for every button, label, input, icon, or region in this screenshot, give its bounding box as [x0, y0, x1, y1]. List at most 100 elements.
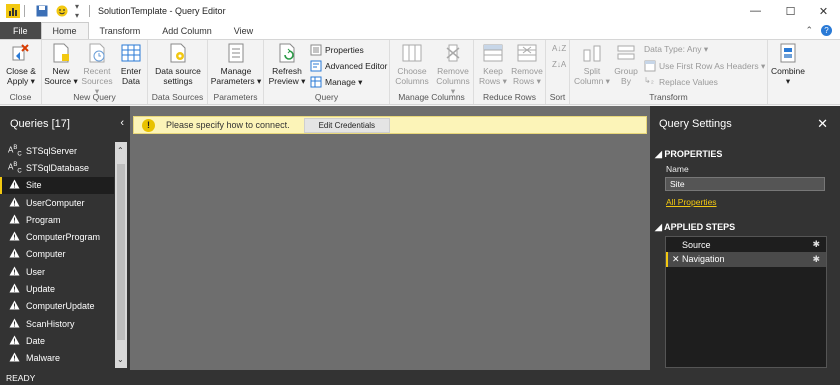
smiley-feedback-icon[interactable] — [55, 4, 69, 18]
recent-sources-icon — [86, 42, 108, 64]
sort-descending-icon[interactable]: Z↓A — [552, 60, 566, 69]
combine-button[interactable]: Combine ▾ — [770, 42, 806, 86]
group-by-icon — [615, 42, 637, 64]
query-item[interactable]: ComputerProgram — [0, 228, 114, 245]
new-source-button[interactable]: New Source ▾ — [44, 42, 78, 86]
remove-columns-button[interactable]: Remove Columns ▾ — [433, 42, 473, 96]
warning-message: Please specify how to connect. — [166, 120, 290, 130]
replace-values-icon: ↳₂ — [644, 76, 654, 85]
query-item-label: STSqlDatabase — [26, 162, 90, 173]
sort-ascending-icon[interactable]: A↓Z — [552, 44, 566, 53]
quick-access-dropdown-icon[interactable]: ▾ ▾ — [75, 2, 85, 20]
query-item[interactable]: User — [0, 263, 114, 280]
query-settings-panel: Query Settings ✕ ◢ PROPERTIES Name Site … — [650, 106, 840, 370]
scrollbar-thumb[interactable] — [117, 164, 125, 340]
data-source-settings-button[interactable]: Data source settings — [151, 42, 205, 86]
collapse-queries-icon[interactable]: ‹ — [120, 117, 124, 129]
warning-icon — [8, 248, 21, 260]
applied-step-label: ✕ Navigation — [672, 254, 725, 264]
close-apply-button[interactable]: Close & Apply ▾ — [3, 42, 39, 86]
tab-view[interactable]: View — [223, 22, 264, 39]
minimize-button[interactable]: — — [738, 0, 773, 22]
query-item[interactable]: ComputerUpdate — [0, 298, 114, 315]
scroll-up-icon[interactable]: ⌃ — [117, 146, 124, 155]
query-item[interactable]: Malware — [0, 350, 114, 367]
group-combine: Combine ▾ — [768, 40, 808, 104]
query-item-label: Date — [26, 335, 46, 346]
replace-values-button[interactable]: ↳₂ Replace Values — [644, 76, 718, 88]
new-source-icon — [50, 42, 72, 64]
group-label-data-sources: Data Sources — [151, 92, 204, 102]
query-item-label: Site — [26, 180, 42, 191]
step-settings-gear-icon[interactable]: ✱ — [812, 239, 820, 250]
tab-add-column[interactable]: Add Column — [151, 22, 223, 39]
queries-panel: Queries [17] ‹ ABC STSqlServer ABC STSqlDat… — [0, 106, 130, 370]
data-source-settings-icon — [167, 42, 189, 64]
remove-rows-button[interactable]: Remove Rows ▾ — [510, 42, 544, 86]
scroll-down-icon[interactable]: ⌄ — [117, 355, 124, 364]
warning-icon — [8, 214, 21, 226]
manage-parameters-button[interactable]: Manage Parameters ▾ — [210, 42, 262, 86]
ribbon-tabs: File Home Transform Add Column View ⌃ ? — [0, 22, 840, 39]
step-settings-gear-icon[interactable]: ✱ — [812, 254, 820, 265]
query-item[interactable]: ABC STSqlDatabase — [0, 159, 114, 176]
warning-icon — [8, 231, 21, 243]
query-item-label: Update — [26, 284, 56, 295]
properties-section-header[interactable]: ◢ PROPERTIES — [655, 149, 722, 160]
close-settings-icon[interactable]: ✕ — [817, 116, 828, 132]
query-item[interactable]: Update — [0, 280, 114, 297]
group-by-button[interactable]: Group By — [612, 42, 640, 86]
queries-header: Queries [17] ‹ — [0, 106, 130, 142]
close-window-button[interactable]: ✕ — [806, 0, 840, 22]
split-column-icon — [581, 42, 603, 64]
applied-step-item[interactable]: Source ✱ — [666, 237, 826, 252]
status-text: READY — [6, 372, 36, 383]
advanced-editor-button[interactable]: Advanced Editor — [310, 60, 387, 72]
query-item[interactable]: Computer — [0, 246, 114, 263]
split-column-button[interactable]: Split Column ▾ — [574, 42, 610, 86]
refresh-preview-button[interactable]: Refresh Preview ▾ — [267, 42, 307, 86]
queries-scrollbar[interactable]: ⌃ ⌄ — [115, 142, 127, 368]
query-item[interactable]: ScanHistory — [0, 315, 114, 332]
tab-transform[interactable]: Transform — [89, 22, 152, 39]
query-item[interactable]: ABC STSqlServer — [0, 142, 114, 159]
collapse-ribbon-icon[interactable]: ⌃ — [805, 25, 813, 36]
edit-credentials-button[interactable]: Edit Credentials — [303, 117, 391, 133]
applied-step-item[interactable]: ✕ Navigation ✱ — [666, 252, 826, 267]
title-bar: ▾ ▾ SolutionTemplate - Query Editor — ☐ … — [0, 0, 840, 22]
tab-file[interactable]: File — [0, 22, 41, 39]
group-label-transform: Transform — [649, 92, 688, 102]
choose-columns-button[interactable]: Choose Columns — [393, 42, 431, 86]
manage-button[interactable]: Manage ▾ — [310, 76, 362, 88]
query-name-input[interactable]: Site — [665, 177, 825, 191]
applied-steps-header[interactable]: ◢ APPLIED STEPS — [655, 222, 735, 233]
tab-home[interactable]: Home — [40, 22, 89, 39]
combine-icon — [777, 42, 799, 64]
preview-area: ! Please specify how to connect. Edit Cr… — [130, 106, 650, 370]
recent-sources-button[interactable]: Recent Sources ▾ — [80, 42, 114, 96]
query-item[interactable]: Date — [0, 332, 114, 349]
query-item-label: User — [26, 266, 46, 277]
help-icon[interactable]: ? — [821, 25, 832, 36]
query-item[interactable]: Site — [0, 176, 114, 194]
query-item[interactable]: UserComputer — [0, 194, 114, 211]
properties-button[interactable]: Properties — [310, 44, 364, 56]
query-item-label: Malware — [26, 353, 61, 364]
query-item-label: Program — [26, 214, 61, 225]
group-label-new-query: New Query — [73, 92, 116, 102]
enter-data-button[interactable]: Enter Data — [116, 42, 146, 86]
query-item-label: ScanHistory — [26, 318, 75, 329]
group-label-sort: Sort — [549, 92, 566, 102]
query-item[interactable]: Program — [0, 211, 114, 228]
save-icon[interactable] — [35, 4, 49, 18]
group-label-reduce-rows: Reduce Rows — [483, 92, 536, 102]
enter-data-icon — [120, 42, 142, 64]
use-first-row-button[interactable]: Use First Row As Headers ▾ — [644, 60, 765, 72]
keep-rows-button[interactable]: Keep Rows ▾ — [477, 42, 509, 86]
group-label-close: Close — [9, 92, 32, 102]
all-properties-link[interactable]: All Properties — [666, 197, 717, 207]
data-type-dropdown[interactable]: Data Type: Any ▾ — [644, 44, 708, 55]
maximize-button[interactable]: ☐ — [773, 0, 808, 22]
query-item-label: ComputerUpdate — [26, 301, 95, 312]
query-item-label: STSqlServer — [26, 145, 78, 156]
